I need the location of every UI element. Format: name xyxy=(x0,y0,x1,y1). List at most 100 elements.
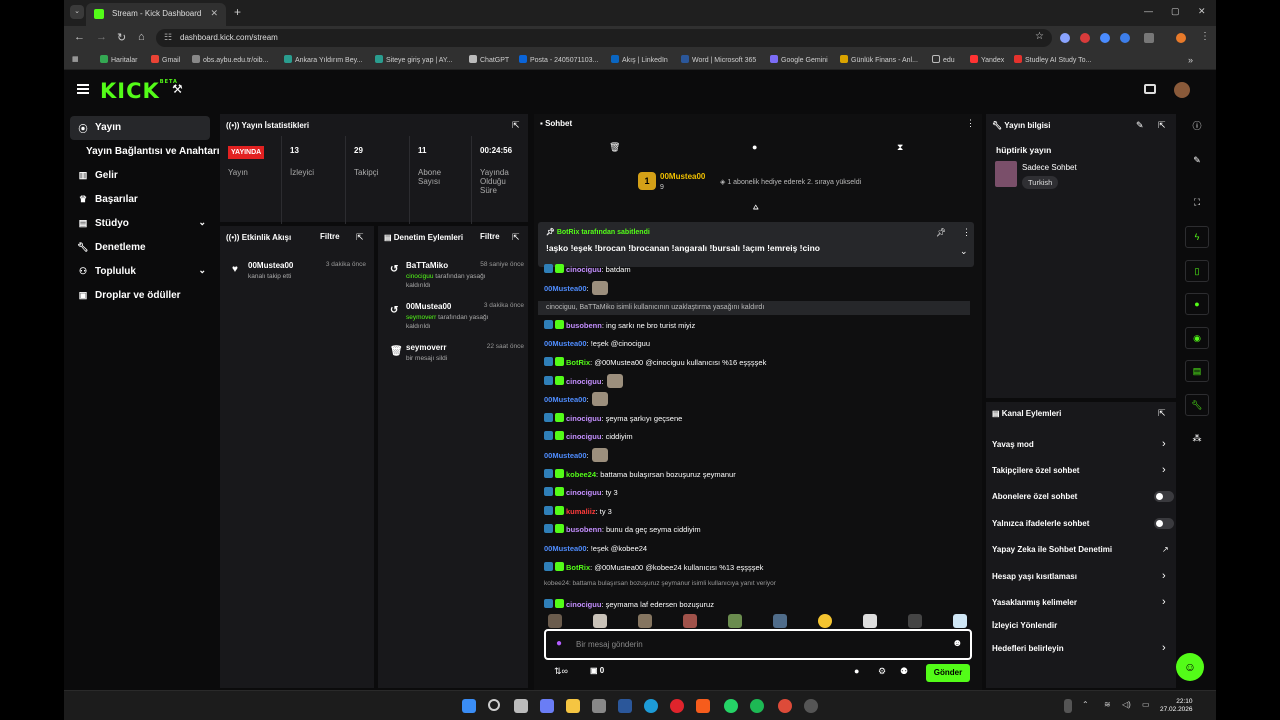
bookmark-item[interactable]: ChatGPT xyxy=(469,55,509,64)
chat-username[interactable]: busobenn xyxy=(566,321,602,330)
points-display[interactable]: ▣ 0 xyxy=(590,666,604,675)
sidebar-item-basarilar[interactable]: ♛ Başarılar xyxy=(70,188,210,212)
lightning-icon[interactable]: ϟ xyxy=(1185,226,1209,248)
chat-username[interactable]: BotRix xyxy=(566,358,590,367)
broadcast-icon[interactable]: ◉ xyxy=(1185,327,1209,349)
file-explorer-icon[interactable] xyxy=(566,699,580,713)
extension-blue-icon[interactable] xyxy=(1120,33,1130,43)
bookmark-item[interactable]: obs.aybu.edu.tr/oib... xyxy=(192,55,268,64)
reload-icon[interactable]: ↻ xyxy=(117,31,126,44)
bookmark-item[interactable]: Google Gemini xyxy=(770,55,828,64)
search-icon[interactable] xyxy=(488,699,500,711)
list-icon[interactable]: ▤ xyxy=(1185,360,1209,382)
unpin-icon[interactable]: 📌︎ xyxy=(936,228,946,237)
account-age-row[interactable]: Hesap yaşı kısıtlaması › xyxy=(992,570,1166,582)
chat-username[interactable]: 00Mustea00 xyxy=(544,544,587,553)
edit-icon[interactable]: ✎ xyxy=(1185,150,1209,172)
emote-icon[interactable] xyxy=(908,614,922,628)
browser-tab[interactable]: Stream - Kick Dashboard ✕ xyxy=(86,3,226,26)
subs-only-toggle[interactable] xyxy=(1154,491,1174,502)
group-icon[interactable]: ⁂ xyxy=(1185,428,1209,450)
sidebar-item-denetleme[interactable]: 🔧︎ Denetleme xyxy=(70,236,210,260)
chat-username[interactable]: cinociguu xyxy=(566,265,601,274)
extension-audio-icon[interactable] xyxy=(1100,33,1110,43)
slow-mode-row[interactable]: Yavaş mod › xyxy=(992,438,1166,450)
start-icon[interactable] xyxy=(462,699,476,713)
sidebar-item-stream-key[interactable]: Yayın Bağlantısı ve Anahtarı xyxy=(70,140,220,164)
bookmark-item[interactable]: Studley AI Study To... xyxy=(1014,55,1091,64)
bookmark-item[interactable]: Haritalar xyxy=(100,55,137,64)
wifi-icon[interactable]: ≋ xyxy=(1104,700,1111,709)
trash-icon[interactable]: 🗑︎ xyxy=(609,142,620,153)
hammer-icon[interactable]: ⚒ xyxy=(172,82,183,96)
chat-username[interactable]: 00Mustea00 xyxy=(544,395,587,404)
whatsapp-icon[interactable] xyxy=(724,699,738,713)
bookmark-item[interactable]: Word | Microsoft 365 xyxy=(681,55,756,64)
obs-icon[interactable] xyxy=(804,699,818,713)
brave-icon[interactable] xyxy=(696,699,710,713)
forward-icon[interactable]: → xyxy=(96,31,107,43)
emote-icon[interactable] xyxy=(953,614,967,628)
chat-message[interactable]: cinociguu: xyxy=(544,373,623,390)
collapse-icon[interactable]: ⩠ xyxy=(753,202,758,213)
chat-message[interactable]: kobee24: battama bulaşırsan bozuşuruz şe… xyxy=(544,467,736,483)
bot-icon[interactable]: ⚉ xyxy=(900,666,908,677)
category-thumbnail[interactable] xyxy=(995,161,1017,187)
user-avatar[interactable] xyxy=(1174,82,1190,98)
document-icon[interactable]: ▯ xyxy=(1185,260,1209,282)
chat-username[interactable]: cinociguu xyxy=(566,600,601,609)
sidebar-item-topluluk[interactable]: ⚇ Topluluk ⌄ xyxy=(70,260,210,284)
chat-message[interactable]: 00Mustea00: xyxy=(544,448,608,464)
support-chat-button[interactable]: ☺ xyxy=(1176,653,1204,681)
send-button[interactable]: Gönder xyxy=(926,664,970,682)
category-name[interactable]: Sadece Sohbet xyxy=(1022,163,1077,172)
volume-icon[interactable]: ◁) xyxy=(1122,700,1131,709)
microphone-icon[interactable] xyxy=(1064,699,1072,713)
extensions-puzzle-icon[interactable] xyxy=(1144,33,1154,43)
edit-icon[interactable]: ✎ xyxy=(1136,120,1144,131)
more-bookmarks-icon[interactable]: » xyxy=(1188,55,1193,65)
menu-icon[interactable] xyxy=(77,84,89,94)
address-bar[interactable]: ☷ dashboard.kick.com/stream ☆ xyxy=(156,29,1052,47)
emote-icon[interactable] xyxy=(818,614,832,628)
bookmark-star-icon[interactable]: ☆ xyxy=(1035,31,1044,42)
wrench-icon[interactable]: 🔧︎ xyxy=(1185,394,1209,416)
chat-username[interactable]: cinociguu xyxy=(566,488,601,497)
edge-icon[interactable] xyxy=(644,699,658,713)
bookmark-item[interactable]: Akış | LinkedIn xyxy=(611,55,668,64)
chat-message[interactable]: cinociguu: ciddiyim xyxy=(544,429,633,445)
gift-username[interactable]: 00Mustea00 xyxy=(660,172,705,181)
emote-icon[interactable] xyxy=(773,614,787,628)
chat-message[interactable]: BotRix: @00Mustea00 @kobee24 kullanıcısı… xyxy=(544,560,763,576)
emote-icon[interactable] xyxy=(548,614,562,628)
mod-filter-button[interactable]: Filtre xyxy=(480,232,500,241)
popout-icon[interactable]: ⇱ xyxy=(1158,408,1166,419)
sidebar-item-yayin[interactable]: ⦿ Yayın xyxy=(70,116,210,140)
chat-message[interactable]: cinociguu: şeymama laf edersen bozuşuruz xyxy=(544,597,714,613)
chat-message[interactable]: 00Mustea00: xyxy=(544,392,608,408)
new-tab-button[interactable]: + xyxy=(234,5,241,19)
chat-username[interactable]: cinociguu xyxy=(566,377,601,386)
chat-message[interactable]: 00Mustea00: xyxy=(544,280,608,297)
browser-menu-icon[interactable]: ⋮ xyxy=(1200,31,1210,42)
spotify-icon[interactable] xyxy=(750,699,764,713)
popout-icon[interactable]: ⇱ xyxy=(512,120,520,131)
chat-message[interactable]: kumaliiz: ty 3 xyxy=(544,504,612,520)
subs-only-row[interactable]: Abonelere özel sohbet xyxy=(992,491,1174,502)
chat-bubble-icon[interactable]: ● xyxy=(854,666,859,676)
bookmark-item[interactable]: Ankara Yıldırım Bey... xyxy=(284,55,362,64)
ai-moderation-row[interactable]: Yapay Zeka ile Sohbet Denetimi ↗ xyxy=(992,545,1169,554)
tray-chevron-icon[interactable]: ⌃ xyxy=(1082,700,1089,709)
microphone-icon[interactable]: ● xyxy=(556,638,562,649)
expand-icon[interactable]: ⛶ xyxy=(1185,192,1209,214)
bookmark-item[interactable]: Gmail xyxy=(151,55,180,64)
profile-icon[interactable] xyxy=(1176,33,1186,43)
preview-icon[interactable] xyxy=(1144,84,1156,94)
chat-username[interactable]: BotRix xyxy=(566,563,590,572)
bookmark-item[interactable]: Siteye giriş yap | AY... xyxy=(375,55,453,64)
followers-only-row[interactable]: Takipçilere özel sohbet › xyxy=(992,464,1166,476)
sidebar-item-droplar[interactable]: ▣ Droplar ve ödüller xyxy=(70,284,210,308)
chat-message[interactable]: cinociguu: batdam xyxy=(544,262,631,278)
battery-icon[interactable]: ▭ xyxy=(1142,700,1150,709)
loop-icon[interactable]: ⇅∞ xyxy=(554,666,568,677)
